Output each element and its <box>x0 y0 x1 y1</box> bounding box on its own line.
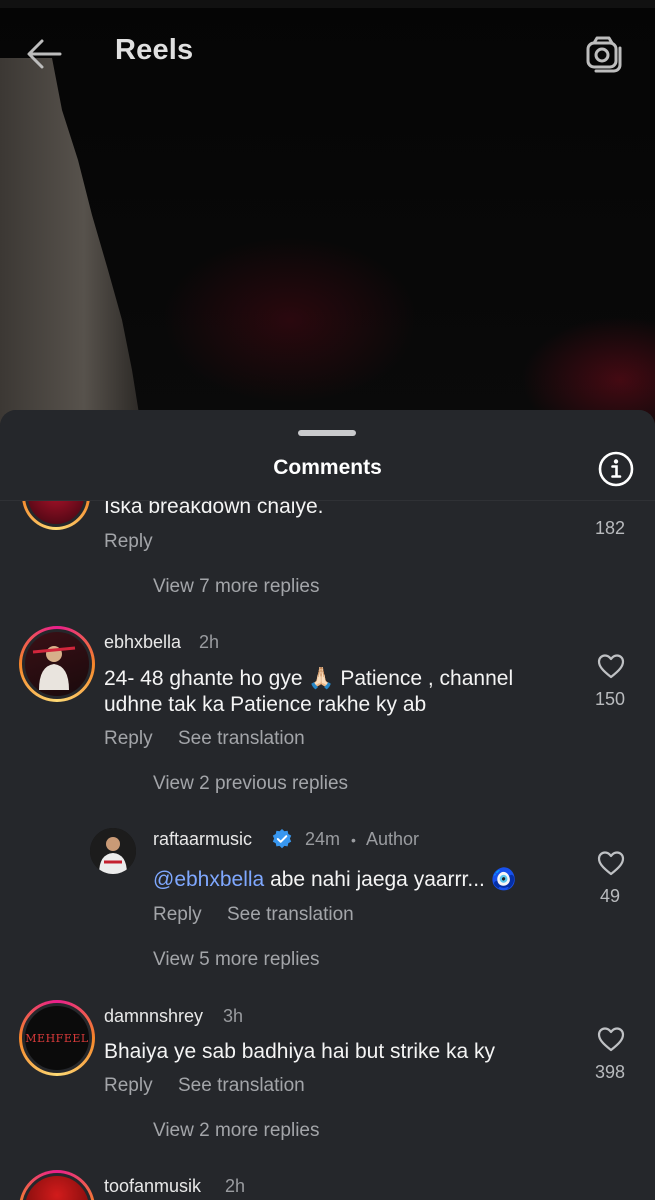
reply-button[interactable]: Reply <box>153 904 202 926</box>
reel-video[interactable]: Reels <box>0 0 655 440</box>
arrow-left-icon <box>27 39 62 69</box>
like-count: 182 <box>594 518 626 538</box>
info-button[interactable] <box>597 450 635 488</box>
avatar[interactable] <box>19 626 95 702</box>
like-count: 398 <box>594 1062 626 1082</box>
mention-link[interactable]: @ebhxbella <box>153 868 264 891</box>
nazar-emoji: 🧿 <box>490 868 517 891</box>
avatar-figure-icon <box>32 646 76 690</box>
comments-sheet: Iska breakdown chaiye. Reply 182 View 7 … <box>0 410 655 1200</box>
comment-time: 3h <box>223 1006 244 1026</box>
reply-username[interactable]: raftaarmusic <box>153 829 252 850</box>
sheet-title: Comments <box>273 456 382 479</box>
heart-icon <box>597 654 625 679</box>
avatar[interactable] <box>19 1170 95 1200</box>
camera-icon <box>586 36 622 73</box>
praying-hands-emoji: 🙏🏻 <box>308 667 335 690</box>
comment-time: 2h <box>199 632 220 652</box>
reply-button[interactable]: Reply <box>104 728 153 750</box>
view-previous-replies-button[interactable]: View 2 previous replies <box>153 773 348 795</box>
comment-text: Bhaiya ye sab badhiya hai but strike ka … <box>104 1040 496 1063</box>
like-count: 150 <box>594 689 626 709</box>
back-button[interactable] <box>22 32 66 76</box>
heart-icon <box>597 851 625 876</box>
author-label: Author <box>366 829 420 849</box>
reply-text-part: abe nahi jaega yaarrr... <box>264 868 491 891</box>
reply-button[interactable]: Reply <box>104 531 153 553</box>
comment-username[interactable]: toofanmusik <box>104 1176 201 1197</box>
page-title: Reels <box>115 34 194 66</box>
like-button[interactable] <box>596 652 626 680</box>
top-bar: Reels <box>0 22 655 82</box>
view-more-replies-button[interactable]: View 5 more replies <box>153 949 320 971</box>
comment-username[interactable]: ebhxbella <box>104 632 181 653</box>
like-button[interactable] <box>596 849 626 877</box>
camera-button[interactable] <box>582 32 626 76</box>
like-button[interactable] <box>596 1025 626 1053</box>
like-count: 49 <box>599 886 621 906</box>
view-more-replies-button[interactable]: View 7 more replies <box>153 576 320 598</box>
comments-sheet-header: Comments <box>0 410 655 501</box>
view-more-replies-button[interactable]: View 2 more replies <box>153 1120 320 1142</box>
comments-list[interactable]: Iska breakdown chaiye. Reply 182 View 7 … <box>0 410 655 1200</box>
heart-icon <box>597 1027 625 1052</box>
info-icon <box>598 451 634 487</box>
separator-dot: • <box>351 832 356 848</box>
avatar-logo-text: MEHFEEL <box>25 1031 89 1045</box>
comment-text-part: 24- 48 ghante ho gye <box>104 667 309 690</box>
reply-time: 24m <box>305 829 341 849</box>
avatar[interactable]: MEHFEEL <box>19 1000 95 1076</box>
reply-button[interactable]: Reply <box>104 1075 153 1097</box>
comment-username[interactable]: damnnshrey <box>104 1006 203 1027</box>
drag-handle[interactable] <box>298 430 356 436</box>
comment-time: 2h <box>225 1176 246 1196</box>
verified-badge-icon <box>272 829 292 849</box>
avatar[interactable] <box>90 828 136 874</box>
see-translation-button[interactable]: See translation <box>227 904 354 926</box>
reply-text: @ebhxbella abe nahi jaega yaarrr... 🧿 <box>153 867 573 893</box>
see-translation-button[interactable]: See translation <box>178 728 305 750</box>
comment-text: 24- 48 ghante ho gye 🙏🏻 Patience , chann… <box>104 666 564 718</box>
see-translation-button[interactable]: See translation <box>178 1075 305 1097</box>
avatar-figure-icon <box>90 828 136 874</box>
